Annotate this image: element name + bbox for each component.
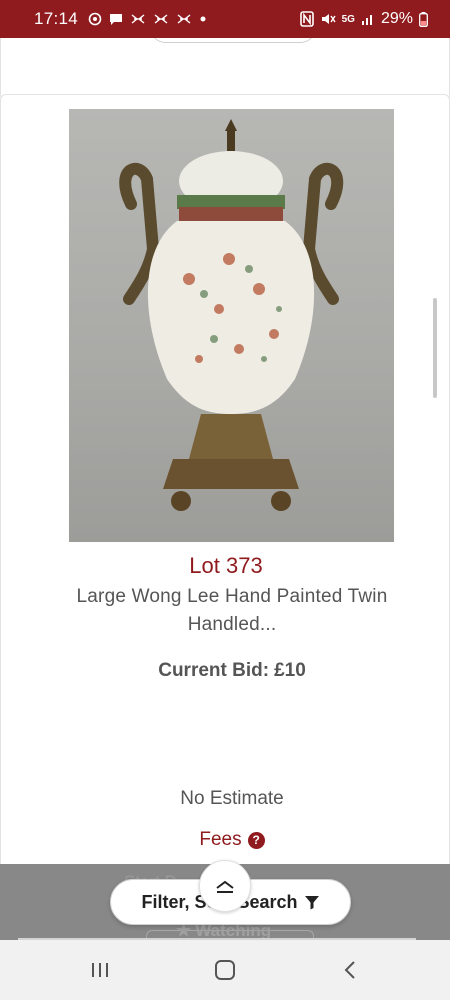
notification-icons [88,12,207,26]
dot-icon [200,16,206,22]
current-bid-label: Current Bid: [158,660,270,681]
fees-link[interactable]: Fees ? [1,829,450,851]
battery-percent: 29% [380,10,413,27]
estimate: No Estimate [180,788,284,809]
recents-icon [92,963,109,977]
scroll-to-top-button[interactable] [199,860,251,912]
fees-label[interactable]: Fees [199,829,241,851]
previous-lot-button[interactable] [151,38,315,43]
lot-image[interactable] [69,109,394,542]
current-bid-value: £10 [274,660,306,681]
back-icon [344,961,355,979]
vase-photo [119,119,344,511]
battery-icon [419,11,428,27]
nfc-icon [299,11,314,27]
recents-button[interactable] [70,950,130,990]
status-bar: 17:14 5G 29% [0,0,450,38]
lot-number[interactable]: Lot 373 [1,553,450,579]
lot-title[interactable]: Large Wong Lee Hand Painted Twin Handled… [51,583,413,639]
back-button[interactable] [320,950,380,990]
mute-icon [321,14,336,24]
system-nav-bar [0,940,450,1000]
network-label: 5G [341,13,355,25]
previous-lot-card [0,38,450,102]
home-button[interactable] [195,950,255,990]
app-icon [131,14,145,24]
current-bid: Current Bid: £10 [1,660,450,682]
system-icons: 5G 29% [299,10,428,28]
chevron-up-icon [216,880,234,893]
page-content[interactable]: Lot 373 Large Wong Lee Hand Painted Twin… [0,38,450,940]
threads-icon [88,12,102,26]
status-time: 17:14 [34,9,79,28]
message-icon [110,14,123,25]
filter-icon [304,896,319,910]
question-icon[interactable]: ? [247,831,265,849]
home-icon [214,960,235,980]
lot-card[interactable]: Lot 373 Large Wong Lee Hand Painted Twin… [0,94,450,940]
app-icon [154,14,168,24]
app-icon [177,14,191,24]
scrollbar[interactable] [433,298,437,398]
signal-icon [361,15,372,25]
